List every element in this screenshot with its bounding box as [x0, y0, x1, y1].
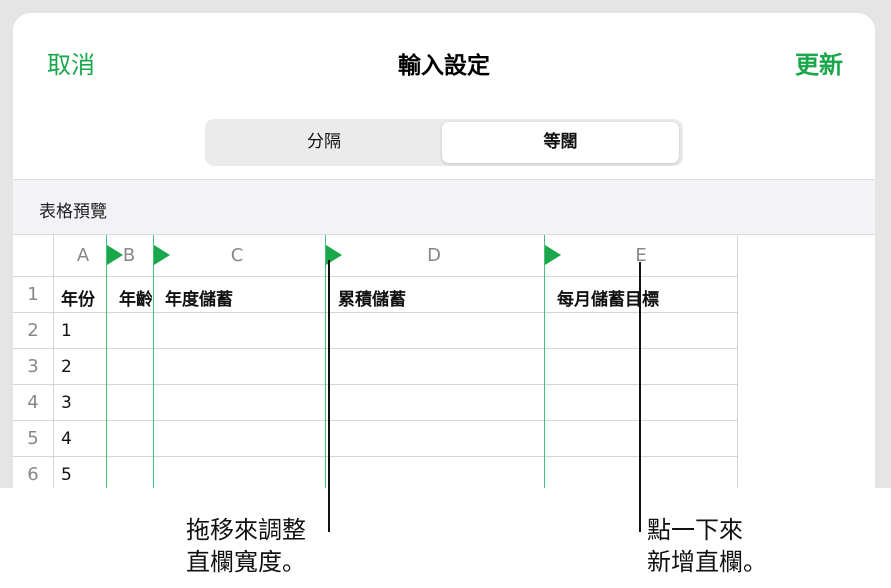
- column-guide-handle-icon[interactable]: [545, 245, 561, 265]
- delimiter-segmented-control: 分隔 等闊: [205, 119, 683, 166]
- column-guide[interactable]: [325, 235, 326, 488]
- table-cell: 4: [61, 429, 72, 449]
- drag-callout-line2: 直欄寬度。: [186, 548, 306, 576]
- header-cell: 累積儲蓄: [338, 290, 406, 310]
- drag-callout-line: [328, 260, 330, 532]
- table-cell: 5: [61, 465, 72, 485]
- table-preview-header: 表格預覽: [13, 179, 875, 235]
- column-guide[interactable]: [106, 235, 107, 488]
- column-letter-e[interactable]: E: [631, 245, 651, 266]
- grid-line: [13, 348, 738, 349]
- column-letter-d: D: [427, 245, 441, 266]
- drag-callout-line1: 拖移來調整: [186, 516, 306, 544]
- update-button[interactable]: 更新: [795, 45, 843, 80]
- column-guide[interactable]: [153, 235, 154, 488]
- import-settings-sheet: 取消 輸入設定 更新 分隔 等闊 表格預覽 A B C D E 1 2 3 4 …: [13, 13, 875, 488]
- grid-line: [13, 276, 738, 277]
- grid-line: [13, 312, 738, 313]
- row-number: 5: [27, 428, 39, 449]
- preview-table: A B C D E 1 2 3 4 5 6 年份 年齡 年度儲蓄 累積儲蓄 每月…: [13, 235, 875, 488]
- tap-callout-line2: 新增直欄。: [647, 548, 767, 576]
- header-cell: 年齡: [119, 290, 152, 310]
- row-number: 6: [27, 464, 39, 485]
- table-cell: 3: [61, 393, 72, 413]
- tap-callout-line: [639, 262, 641, 532]
- row-number: 4: [27, 392, 39, 413]
- row-number: 1: [27, 284, 39, 305]
- tap-callout-text: 點一下來 新增直欄。: [647, 514, 767, 578]
- grid-line: [13, 456, 738, 457]
- grid-line: [13, 420, 738, 421]
- sheet-title: 輸入設定: [398, 53, 490, 79]
- column-letter-b: B: [122, 245, 136, 266]
- table-cell: 2: [61, 357, 72, 377]
- header-cell: 年份: [61, 290, 95, 310]
- column-guide[interactable]: [544, 235, 545, 488]
- segment-fixed-width[interactable]: 等闊: [442, 122, 679, 163]
- segment-separated[interactable]: 分隔: [208, 122, 440, 163]
- table-cell: 1: [61, 321, 72, 341]
- column-letter-a: A: [76, 245, 90, 266]
- row-number: 2: [27, 320, 39, 341]
- row-number: 3: [27, 356, 39, 377]
- header-cell: 每月儲蓄目標: [557, 290, 659, 310]
- tap-callout-line1: 點一下來: [647, 516, 743, 544]
- grid-line: [737, 235, 738, 488]
- header-cell: 年度儲蓄: [165, 290, 233, 310]
- grid-line: [53, 235, 54, 488]
- table-preview-label: 表格預覽: [39, 202, 107, 222]
- drag-callout-text: 拖移來調整 直欄寬度。: [186, 514, 306, 578]
- column-letter-c: C: [230, 245, 244, 266]
- grid-line: [13, 384, 738, 385]
- column-guide-handle-icon[interactable]: [154, 245, 170, 265]
